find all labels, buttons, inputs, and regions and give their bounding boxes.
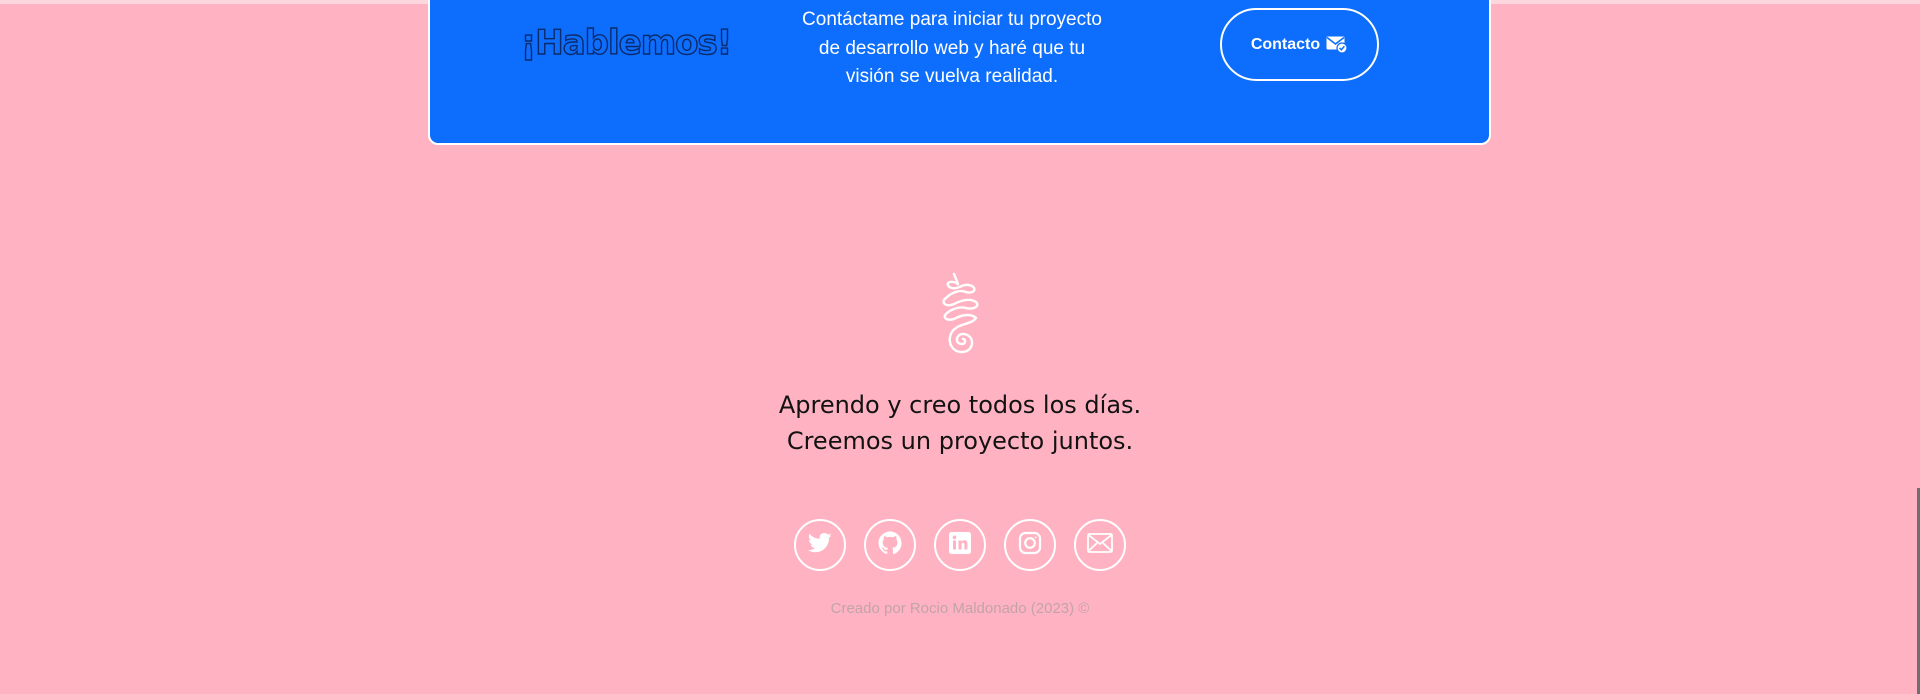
tagline-line: Aprendo y creo todos los días. <box>778 391 1142 419</box>
instagram-icon <box>1018 531 1042 559</box>
cta-text-line: visión se vuelva realidad. <box>845 66 1059 87</box>
twitter-link[interactable] <box>794 519 846 571</box>
contact-cta-card: ¡Hablemos! Contáctame para iniciar tu pr… <box>428 0 1491 145</box>
contact-button-label: Contacto <box>1250 35 1321 53</box>
linkedin-icon <box>949 532 971 558</box>
instagram-link[interactable] <box>1004 519 1056 571</box>
cta-text-line: Contáctame para iniciar tu proyecto <box>802 9 1102 30</box>
github-icon <box>878 531 902 559</box>
linkedin-link[interactable] <box>934 519 986 571</box>
email-link[interactable] <box>1074 519 1126 571</box>
cta-heading: ¡Hablemos! <box>520 22 733 63</box>
cta-description: Contáctame para iniciar tu proyecto de d… <box>787 6 1117 92</box>
tagline-line: Creemos un proyecto juntos. <box>786 427 1134 455</box>
cta-text-line: de desarrollo web y haré que tu <box>818 37 1086 59</box>
twitter-icon <box>807 532 832 558</box>
github-link[interactable] <box>864 519 916 571</box>
swirl-logo-icon <box>936 272 984 358</box>
social-links <box>794 519 1126 571</box>
footer-credit: Creado por Rocio Maldonado (2023) © <box>830 600 1090 617</box>
footer-tagline: Aprendo y creo todos los días. Creemos u… <box>0 387 1920 459</box>
contact-button[interactable]: Contacto <box>1220 8 1379 81</box>
email-icon <box>1087 533 1113 557</box>
envelope-check-icon <box>1326 36 1348 54</box>
